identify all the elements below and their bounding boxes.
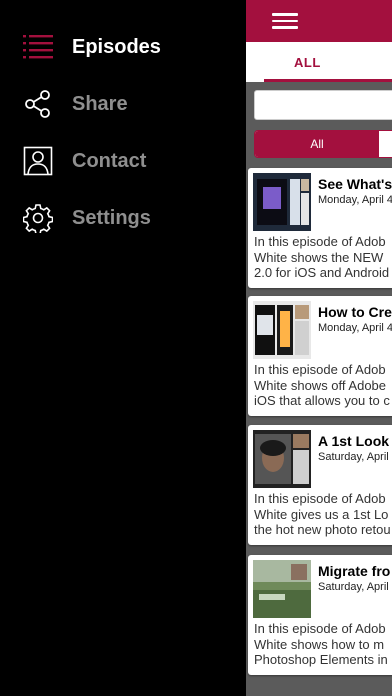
- hamburger-icon[interactable]: [272, 13, 298, 29]
- filter-segmented-control: All: [254, 130, 392, 158]
- episode-description: In this episode of Adob White shows how …: [254, 621, 388, 667]
- episode-date: Saturday, April: [318, 451, 389, 463]
- menu-item-contact[interactable]: Contact: [0, 137, 246, 185]
- menu-item-label: Settings: [72, 206, 151, 229]
- episode-date: Monday, April 4: [318, 194, 392, 206]
- menu-item-label: Episodes: [72, 35, 161, 58]
- tab-all[interactable]: ALL: [264, 42, 392, 82]
- menu-item-label: Share: [72, 92, 128, 115]
- episode-description: In this episode of Adob White shows off …: [254, 362, 390, 408]
- episode-thumbnail: [253, 301, 311, 359]
- episode-card[interactable]: See What's Monday, April 4 In this episo…: [248, 168, 392, 288]
- episode-list-area: All See What's Monday, April 4 In this e…: [246, 82, 392, 696]
- menu-item-settings[interactable]: Settings: [0, 194, 246, 242]
- contact-icon: [22, 145, 54, 177]
- episode-card[interactable]: How to Cre Monday, April 4 In this episo…: [248, 296, 392, 416]
- episode-description: In this episode of Adob White shows the …: [254, 234, 390, 280]
- list-icon: [22, 31, 54, 63]
- episode-thumbnail: [253, 560, 311, 618]
- episode-title: A 1st Look: [318, 433, 390, 449]
- episode-thumbnail: [253, 173, 311, 231]
- tab-all-label: ALL: [294, 55, 321, 70]
- episode-card[interactable]: Migrate fro Saturday, April In this epis…: [248, 555, 392, 675]
- top-bar: [246, 0, 392, 42]
- menu-item-episodes[interactable]: Episodes: [0, 23, 246, 71]
- episode-thumbnail: [253, 430, 311, 488]
- main-content: ALL All See What's Monday, April 4 In th…: [246, 0, 392, 696]
- episode-date: Monday, April 4: [318, 322, 392, 334]
- episode-title: How to Cre: [318, 304, 392, 320]
- episode-card[interactable]: A 1st Look Saturday, April In this episo…: [248, 425, 392, 545]
- episode-date: Saturday, April: [318, 581, 389, 593]
- side-drawer: Episodes Share Contact Settings: [0, 0, 246, 696]
- episode-description: In this episode of Adob White gives us a…: [254, 491, 391, 537]
- share-icon: [22, 88, 54, 120]
- gear-icon: [22, 202, 54, 234]
- episode-title: See What's: [318, 176, 392, 192]
- episode-title: Migrate fro: [318, 563, 391, 579]
- search-input[interactable]: [254, 90, 392, 120]
- tab-bar: ALL: [246, 42, 392, 83]
- filter-all-button[interactable]: All: [255, 131, 379, 157]
- menu-item-label: Contact: [72, 149, 147, 172]
- menu-item-share[interactable]: Share: [0, 80, 246, 128]
